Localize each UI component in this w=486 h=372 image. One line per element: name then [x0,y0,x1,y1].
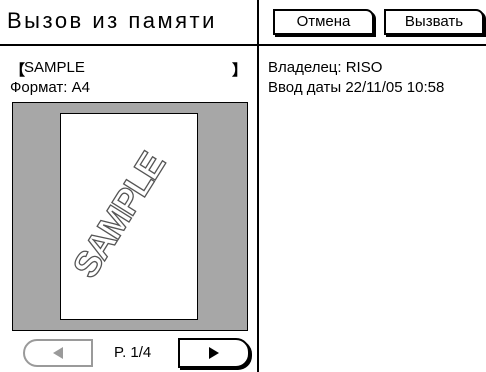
cancel-button[interactable]: Отмена [273,9,374,35]
sample-watermark-graphic: SAMPLE [64,145,174,286]
left-triangle-icon [53,347,63,359]
preview-sheet: SAMPLE [60,113,198,320]
file-date: Ввод даты 22/11/05 10:58 [268,79,445,96]
page-preview: SAMPLE [12,102,248,331]
sample-watermark: SAMPLE [64,145,172,285]
recall-button[interactable]: Вызвать [384,9,484,35]
prev-page-button[interactable] [23,339,93,367]
file-name: SAMPLE [24,59,85,76]
filename-bracket-close: 】 [232,62,248,79]
filename-bracket-open: 【 [10,62,26,79]
right-triangle-icon [209,347,219,359]
page-indicator: P. 1/4 [114,344,152,361]
vertical-divider [257,0,259,372]
header-divider [0,44,486,46]
next-page-button[interactable] [178,338,250,368]
file-owner: Владелец: RISO [268,59,383,76]
screen-title: Вызов из памяти [7,8,217,33]
file-format: Формат: A4 [10,79,90,96]
